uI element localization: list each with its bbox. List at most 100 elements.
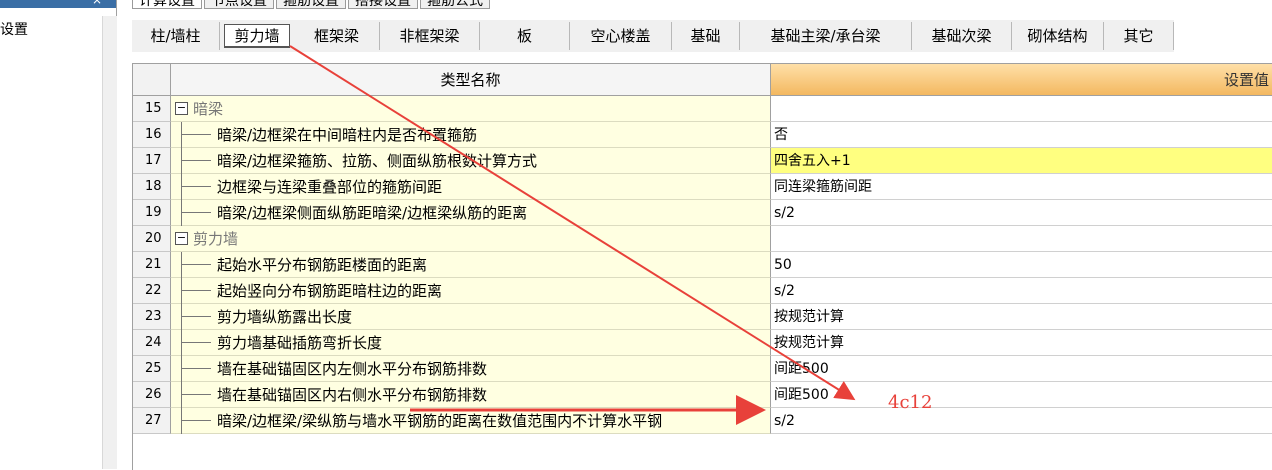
left-panel-item-settings[interactable]: 设置 (0, 19, 28, 39)
settings-table: 类型名称 设置值 15− 暗梁 16 暗梁/边框梁在中间暗柱内是否布置箍筋否 17 暗梁/… (132, 63, 1272, 470)
left-panel: × 设置 (0, 0, 117, 469)
tab-foundation-main-beam[interactable]: 基础主梁/承台梁 (740, 22, 912, 50)
tab-frame-beam[interactable]: 框架梁 (294, 22, 380, 50)
header-setting-value: 设置值 (771, 64, 1272, 96)
row-setting-value (771, 226, 1272, 252)
row-label: 暗梁/边框梁侧面纵筋距暗梁/边框梁纵筋的距离 (217, 204, 528, 222)
row-label: 墙在基础锚固区内左侧水平分布钢筋排数 (217, 360, 488, 378)
tab-calc-settings[interactable]: 计算设置 (132, 0, 202, 9)
row-setting-value[interactable]: 同连梁箍筋间距 (771, 174, 1272, 200)
row-label: 剪力墙基础插筋弯折长度 (217, 334, 383, 352)
tree-connector (181, 330, 182, 356)
row-number: 25 (133, 356, 171, 382)
header-type-name: 类型名称 (171, 64, 771, 96)
category-label: 剪力墙 (193, 230, 239, 248)
left-panel-scrollbar[interactable] (102, 16, 117, 469)
table-category-row[interactable]: 15− 暗梁 (133, 96, 1272, 122)
tab-foundation-secondary-beam[interactable]: 基础次梁 (912, 22, 1012, 50)
row-type-name: 剪力墙纵筋露出长度 (171, 304, 771, 330)
row-number: 20 (133, 226, 171, 252)
row-type-name: 剪力墙基础插筋弯折长度 (171, 330, 771, 356)
row-type-name: − 暗梁 (171, 96, 771, 122)
tab-node-settings[interactable]: 节点设置 (204, 0, 274, 9)
row-setting-value[interactable]: 四舍五入+1 (771, 148, 1272, 174)
tab-stirrup-formula[interactable]: 箍筋公式 (420, 0, 490, 9)
tab-stirrup-settings[interactable]: 箍筋设置 (276, 0, 346, 9)
row-type-name: 暗梁/边框梁箍筋、拉筋、侧面纵筋根数计算方式 (171, 148, 771, 174)
row-setting-value[interactable]: 按规范计算 (771, 304, 1272, 330)
tree-connector (181, 278, 182, 304)
tab-column[interactable]: 柱/墙柱 (132, 22, 220, 50)
tab-slab[interactable]: 板 (480, 22, 570, 50)
row-number: 18 (133, 174, 171, 200)
tree-connector (181, 264, 211, 265)
row-setting-value[interactable]: 否 (771, 122, 1272, 148)
tree-connector (181, 148, 182, 174)
row-label: 边框梁与连梁重叠部位的箍筋间距 (217, 178, 443, 196)
table-row[interactable]: 19 暗梁/边框梁侧面纵筋距暗梁/边框梁纵筋的距离 s/2 (133, 200, 1272, 226)
row-setting-value[interactable]: 间距500 (771, 356, 1272, 382)
row-label: 起始竖向分布钢筋距暗柱边的距离 (217, 282, 443, 300)
tree-connector (181, 316, 211, 317)
row-label: 暗梁/边框梁/梁纵筋与墙水平钢筋的距离在数值范围内不计算水平钢 (217, 412, 663, 430)
tree-connector (181, 356, 182, 382)
row-number: 15 (133, 96, 171, 122)
row-setting-value[interactable]: 按规范计算 (771, 330, 1272, 356)
table-row[interactable]: 25 墙在基础锚固区内左侧水平分布钢筋排数 间距500 (133, 356, 1272, 382)
row-number: 24 (133, 330, 171, 356)
table-row[interactable]: 22 起始竖向分布钢筋距暗柱边的距离 s/2 (133, 278, 1272, 304)
tab-shear-wall[interactable]: 剪力墙 (224, 24, 290, 48)
row-label: 剪力墙纵筋露出长度 (217, 308, 353, 326)
tab-other[interactable]: 其它 (1104, 22, 1174, 50)
tab-nonframe-beam[interactable]: 非框架梁 (380, 22, 480, 50)
collapse-icon[interactable]: − (175, 102, 188, 115)
row-label: 暗梁/边框梁在中间暗柱内是否布置箍筋 (217, 126, 478, 144)
tree-connector (181, 122, 182, 148)
row-setting-value (771, 96, 1272, 122)
row-type-name: 暗梁/边框梁在中间暗柱内是否布置箍筋 (171, 122, 771, 148)
table-row[interactable]: 27 暗梁/边框梁/梁纵筋与墙水平钢筋的距离在数值范围内不计算水平钢 s/2 (133, 408, 1272, 434)
row-setting-value[interactable]: 50 (771, 252, 1272, 278)
table-row[interactable]: 17 暗梁/边框梁箍筋、拉筋、侧面纵筋根数计算方式 四舍五入+1 (133, 148, 1272, 174)
table-row[interactable]: 23 剪力墙纵筋露出长度 按规范计算 (133, 304, 1272, 330)
tab-masonry[interactable]: 砌体结构 (1012, 22, 1104, 50)
row-setting-value[interactable]: s/2 (771, 408, 1272, 434)
row-label: 起始水平分布钢筋距楼面的距离 (217, 256, 428, 274)
row-number: 21 (133, 252, 171, 278)
left-panel-header: × (0, 0, 116, 8)
collapse-icon[interactable]: − (175, 232, 188, 245)
table-row[interactable]: 16 暗梁/边框梁在中间暗柱内是否布置箍筋 否 (133, 122, 1272, 148)
row-type-name: 墙在基础锚固区内右侧水平分布钢筋排数 (171, 382, 771, 408)
table-row[interactable]: 26 墙在基础锚固区内右侧水平分布钢筋排数 间距500 (133, 382, 1272, 408)
tree-connector (181, 408, 182, 434)
tab-foundation[interactable]: 基础 (672, 22, 740, 50)
row-setting-value[interactable]: 间距500 (771, 382, 1272, 408)
row-setting-value[interactable]: s/2 (771, 278, 1272, 304)
category-label: 暗梁 (193, 100, 224, 118)
tree-connector (181, 420, 211, 421)
tab-hollow-floor[interactable]: 空心楼盖 (570, 22, 672, 50)
tree-connector (181, 160, 211, 161)
table-category-row[interactable]: 20− 剪力墙 (133, 226, 1272, 252)
table-row[interactable]: 24 剪力墙基础插筋弯折长度 按规范计算 (133, 330, 1272, 356)
table-row[interactable]: 21 起始水平分布钢筋距楼面的距离 50 (133, 252, 1272, 278)
row-type-name: − 剪力墙 (171, 226, 771, 252)
row-number: 22 (133, 278, 171, 304)
header-row-number (133, 64, 171, 96)
row-number: 17 (133, 148, 171, 174)
row-number: 27 (133, 408, 171, 434)
row-type-name: 墙在基础锚固区内左侧水平分布钢筋排数 (171, 356, 771, 382)
tree-connector (181, 200, 182, 226)
tree-connector (181, 212, 211, 213)
row-type-name: 边框梁与连梁重叠部位的箍筋间距 (171, 174, 771, 200)
table-row[interactable]: 18 边框梁与连梁重叠部位的箍筋间距 同连梁箍筋间距 (133, 174, 1272, 200)
row-type-name: 暗梁/边框梁侧面纵筋距暗梁/边框梁纵筋的距离 (171, 200, 771, 226)
row-number: 16 (133, 122, 171, 148)
tree-connector (181, 342, 211, 343)
row-number: 26 (133, 382, 171, 408)
close-icon[interactable]: × (92, 0, 102, 7)
row-setting-value[interactable]: s/2 (771, 200, 1272, 226)
tree-connector (181, 368, 211, 369)
tree-connector (181, 394, 211, 395)
tab-lap-settings[interactable]: 搭接设置 (348, 0, 418, 9)
